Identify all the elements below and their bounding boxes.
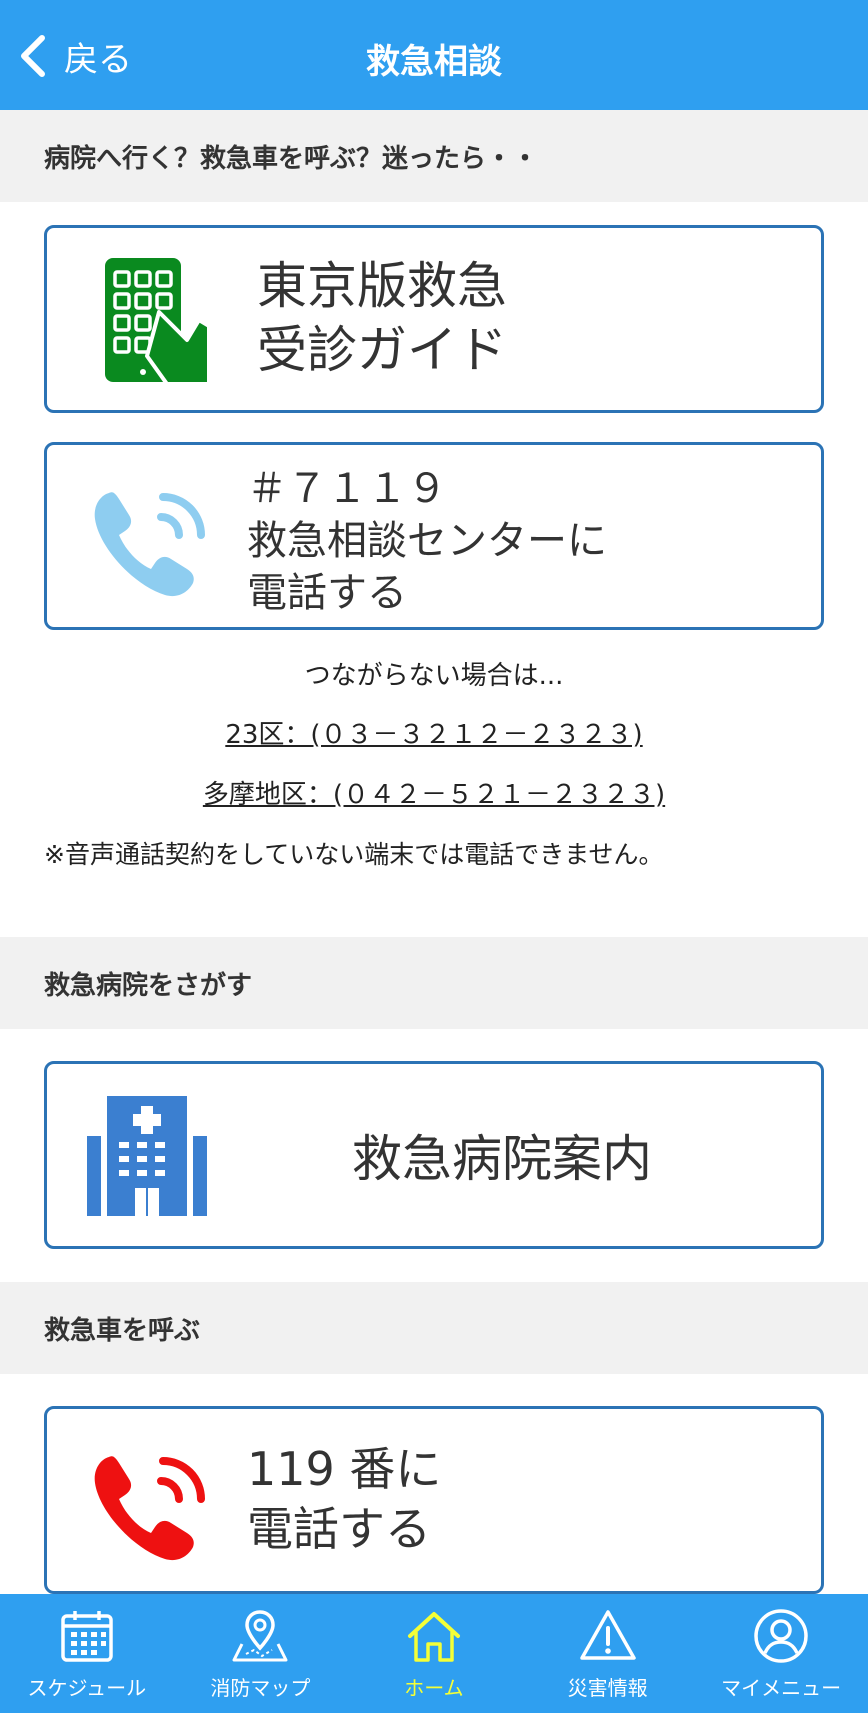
emergency-guide-line1: 東京版救急 [257, 257, 507, 315]
home-icon [407, 1612, 460, 1662]
emergency-guide-line2: 受診ガイド [257, 321, 507, 379]
user-icon [754, 1609, 808, 1663]
call-119-line1: 119 番に [247, 1442, 442, 1496]
emergency-guide-button[interactable]: 東京版救急 受診ガイド [44, 225, 824, 413]
tab-disaster-info-label: 災害情報 [567, 1676, 648, 1700]
tab-disaster-info[interactable]: 災害情報 [521, 1594, 695, 1713]
call-119-button[interactable]: 119 番に 電話する [44, 1406, 824, 1594]
tab-schedule-label: スケジュール [27, 1676, 147, 1700]
calendar-icon [61, 1611, 113, 1662]
ward23-phone-link[interactable]: 23区：(０３－３２１２－２３２３) [225, 720, 642, 750]
section-header-hospital: 救急病院をさがす [0, 937, 868, 1029]
warning-icon [579, 1610, 636, 1660]
phone-call-icon [94, 1456, 205, 1561]
phone-call-icon [94, 492, 205, 597]
call-7119-line3: 電話する [247, 570, 407, 616]
app-header: 戻る 救急相談 [0, 0, 868, 110]
section-header-consult: 病院へ行く？救急車を呼ぶ？迷ったら・・ [0, 110, 868, 202]
tab-schedule[interactable]: スケジュール [0, 1594, 174, 1713]
call-119-label: 119 番に 電話する [247, 1439, 441, 1559]
hospital-guide-label: 救急病院案内 [352, 1130, 652, 1188]
tablet-hand-icon [105, 258, 211, 386]
tab-home-label: ホーム [404, 1676, 464, 1700]
call-119-line2: 電話する [247, 1502, 431, 1556]
bottom-tab-bar: スケジュール 消防マップ ホーム 災害情報 マイメニュー [0, 1594, 868, 1713]
tab-fire-map-label: 消防マップ [210, 1676, 311, 1700]
tab-fire-map[interactable]: 消防マップ [174, 1594, 348, 1713]
hospital-guide-button[interactable]: 救急病院案内 [44, 1061, 824, 1249]
call-7119-line1: ＃７１１９ [247, 466, 447, 512]
page-title: 救急相談 [366, 42, 502, 82]
voice-contract-warning: ※音声通話契約をしていない端末では電話できません。 [44, 840, 664, 869]
tab-my-menu[interactable]: マイメニュー [694, 1594, 868, 1713]
call-7119-line2: 救急相談センターに [247, 518, 607, 564]
call-7119-button[interactable]: ＃７１１９ 救急相談センターに 電話する [44, 442, 824, 630]
tab-home[interactable]: ホーム [347, 1594, 521, 1713]
call-7119-label: ＃７１１９ 救急相談センターに 電話する [247, 463, 607, 619]
tama-phone-link[interactable]: 多摩地区：(０４２－５２１－２３２３) [203, 780, 665, 810]
fallback-note: つながらない場合は... [304, 661, 564, 691]
section-header-ambulance: 救急車を呼ぶ [0, 1282, 868, 1374]
tab-my-menu-label: マイメニュー [721, 1676, 842, 1700]
emergency-guide-label: 東京版救急 受診ガイド [257, 254, 507, 382]
map-pin-icon [232, 1610, 288, 1662]
